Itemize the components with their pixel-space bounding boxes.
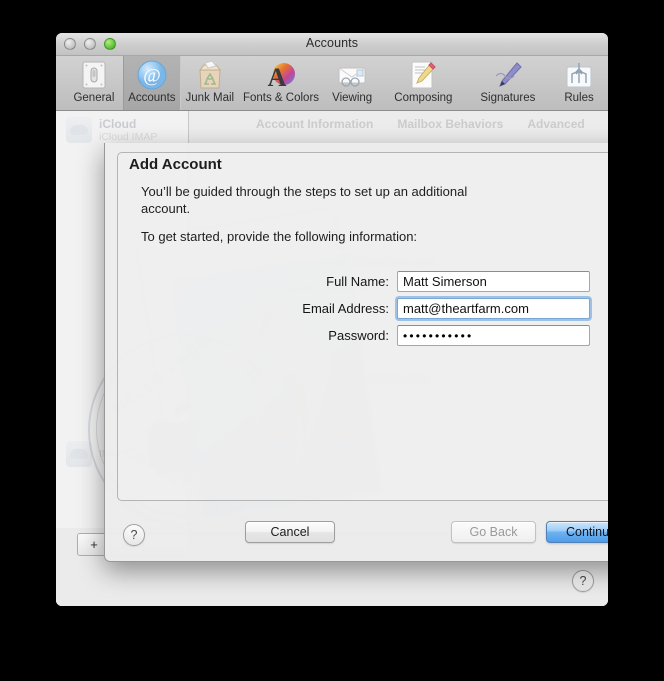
branching-arrows-icon — [563, 59, 595, 91]
sheet-button-bar: Cancel Go Back Continue — [105, 521, 608, 547]
toolbar-label-composing: Composing — [394, 92, 453, 104]
help-button-window[interactable]: ? — [572, 570, 594, 592]
toolbar-item-composing[interactable]: Composing — [381, 56, 466, 110]
cloud-icon — [66, 117, 92, 143]
preferences-toolbar: General @ Accounts Junk Mail A Fonts & C… — [56, 56, 608, 111]
note-pencil-icon — [407, 59, 439, 91]
email-address-input[interactable] — [397, 298, 590, 319]
letter-a-color-wheel-icon: A — [265, 59, 297, 92]
sheet-paragraph-2: To get started, provide the following in… — [141, 229, 418, 244]
sidebar-account-icloud[interactable]: iCloud iCloud IMAP — [66, 117, 157, 143]
toolbar-label-general: General — [73, 92, 115, 104]
full-name-label: Full Name: — [326, 274, 389, 289]
svg-text:@: @ — [143, 66, 161, 87]
account-detail-tabs: Account Information Mailbox Behaviors Ad… — [256, 117, 585, 131]
toolbar-label-rules: Rules — [564, 92, 594, 104]
light-switch-icon — [78, 59, 110, 91]
account-names: iCloud iCloud IMAP — [99, 117, 157, 143]
toolbar-label-junk-mail: Junk Mail — [185, 92, 235, 104]
paper-bag-recycle-icon — [194, 59, 226, 91]
add-account-form: Full Name: Email Address: Password: — [105, 271, 608, 352]
toolbar-item-accounts[interactable]: @ Accounts — [122, 56, 181, 110]
toolbar-item-viewing[interactable]: Viewing — [323, 56, 381, 110]
at-sign-icon: @ — [136, 59, 168, 91]
continue-button[interactable]: Continue — [546, 521, 608, 543]
toolbar-item-general[interactable]: General — [65, 56, 123, 110]
accounts-preferences-window: Accounts General @ Accounts Junk Mail A … — [56, 33, 608, 606]
full-name-input[interactable] — [397, 271, 590, 292]
sheet-paragraph-1: You’ll be guided through the steps to se… — [141, 184, 468, 216]
tab-mailbox-behaviors[interactable]: Mailbox Behaviors — [397, 117, 503, 131]
form-row-email-address: Email Address: — [105, 298, 608, 319]
tab-advanced[interactable]: Advanced — [527, 117, 584, 131]
form-row-password: Password: — [105, 325, 608, 346]
window-titlebar: Accounts — [56, 33, 608, 56]
go-back-button[interactable]: Go Back — [451, 521, 536, 543]
form-row-full-name: Full Name: — [105, 271, 608, 292]
svg-text:A: A — [268, 63, 287, 91]
cancel-button[interactable]: Cancel — [245, 521, 335, 543]
toolbar-item-signatures[interactable]: Signatures — [466, 56, 551, 110]
tab-account-information[interactable]: Account Information — [256, 117, 373, 131]
email-address-label: Email Address: — [302, 301, 389, 316]
toolbar-item-fonts-colors[interactable]: A Fonts & Colors — [239, 56, 324, 110]
fountain-pen-icon — [492, 59, 524, 91]
toolbar-label-viewing: Viewing — [332, 92, 373, 104]
toolbar-item-rules[interactable]: Rules — [550, 56, 608, 110]
account-type: iCloud IMAP — [99, 131, 158, 143]
toolbar-item-junk-mail[interactable]: Junk Mail — [181, 56, 239, 110]
add-account-sheet: Add Account You’ll be guided through the… — [104, 143, 608, 562]
envelope-glasses-icon — [336, 59, 368, 91]
toolbar-label-accounts: Accounts — [128, 92, 176, 104]
password-label: Password: — [328, 328, 389, 343]
password-input[interactable] — [397, 325, 590, 346]
account-name: iCloud — [99, 117, 137, 131]
sheet-heading: Add Account — [129, 156, 222, 173]
screen: Accounts General @ Accounts Junk Mail A … — [0, 0, 664, 681]
toolbar-label-fonts-colors: Fonts & Colors — [242, 92, 320, 104]
window-title: Accounts — [305, 36, 359, 50]
toolbar-label-signatures: Signatures — [480, 92, 536, 104]
